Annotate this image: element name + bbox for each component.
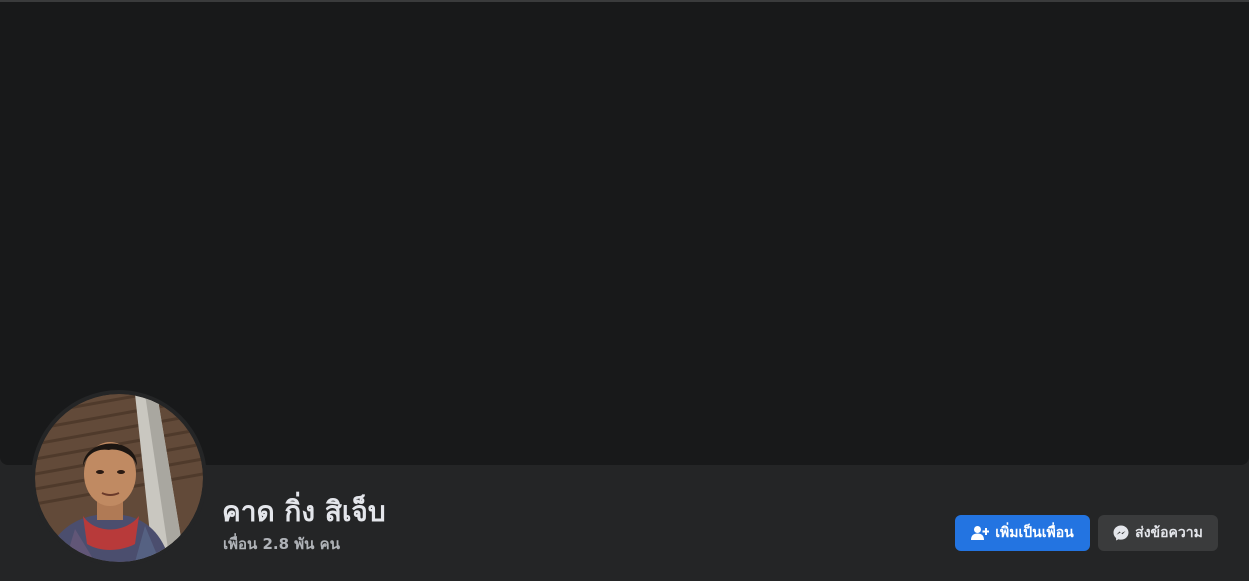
add-friend-label: เพิ่มเป็นเพื่อน [995, 525, 1074, 541]
cover-photo[interactable] [0, 2, 1249, 465]
profile-page: คาด กิ่ง สิเจ็บ เพื่อน 2.8 พัน คน เพิ่มเ… [0, 0, 1249, 581]
add-friend-button[interactable]: เพิ่มเป็นเพื่อน [955, 515, 1090, 551]
profile-name: คาด กิ่ง สิเจ็บ [222, 495, 386, 528]
add-friend-icon [971, 525, 990, 541]
send-message-label: ส่งข้อความ [1135, 525, 1203, 541]
profile-picture[interactable] [31, 390, 207, 566]
send-message-button[interactable]: ส่งข้อความ [1098, 515, 1218, 551]
avatar [35, 394, 203, 562]
messenger-icon [1113, 525, 1129, 541]
friends-count[interactable]: เพื่อน 2.8 พัน คน [223, 532, 340, 556]
